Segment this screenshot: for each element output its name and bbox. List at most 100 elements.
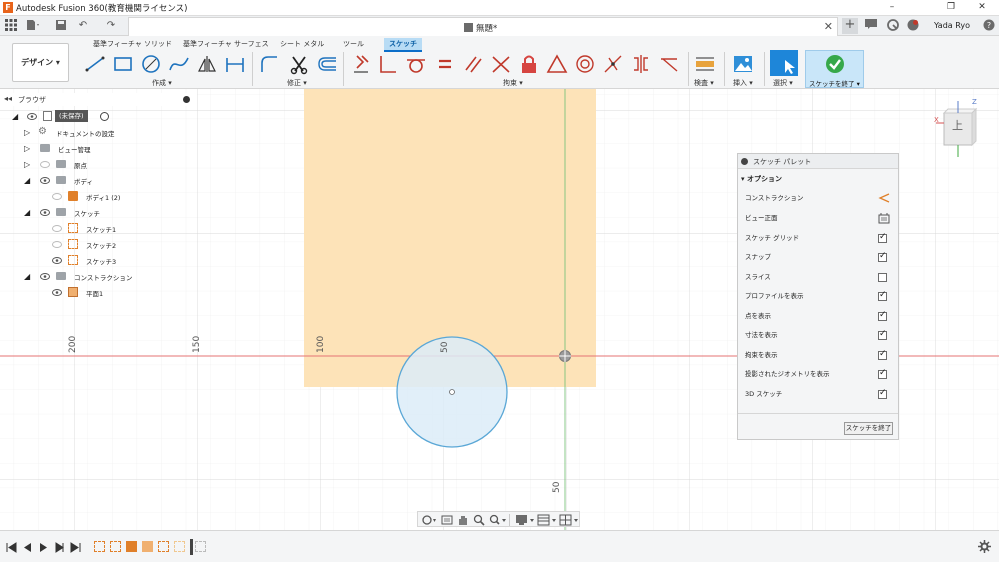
grid-settings-icon[interactable] <box>537 514 557 526</box>
palette-row-slice[interactable]: スライス <box>745 271 895 285</box>
offset-tool-icon[interactable] <box>316 53 338 75</box>
app-grid-icon[interactable] <box>4 19 18 33</box>
step-back-icon[interactable] <box>22 542 33 553</box>
timeline-settings-gear-icon[interactable] <box>978 540 991 553</box>
viewports-icon[interactable] <box>559 514 579 526</box>
rectangle-tool-icon[interactable] <box>112 53 134 75</box>
restore-button[interactable]: ❐ <box>944 1 958 14</box>
help-icon[interactable]: ? <box>982 19 996 33</box>
save-icon[interactable] <box>54 19 68 33</box>
visibility-eye-icon[interactable] <box>27 113 37 120</box>
hidden-eye-icon[interactable] <box>52 225 62 232</box>
visibility-eye-icon[interactable] <box>52 257 62 264</box>
timeline-sketch-icon[interactable] <box>195 541 206 552</box>
pan-hand-icon[interactable] <box>457 514 469 526</box>
expand-arrow-icon[interactable]: ▷ <box>24 160 30 169</box>
play-icon[interactable] <box>38 542 49 553</box>
look-at-icon[interactable] <box>878 213 890 224</box>
mirror-tool-icon[interactable] <box>196 53 218 75</box>
step-forward-icon[interactable] <box>54 542 65 553</box>
parallel-constraint-icon[interactable] <box>462 53 484 75</box>
undo-icon[interactable]: ↶ <box>76 19 90 33</box>
close-tab-icon[interactable]: ✕ <box>824 20 833 33</box>
job-status-icon[interactable] <box>864 19 878 33</box>
file-menu-icon[interactable] <box>26 19 40 33</box>
palette-row-projected-geometry[interactable]: 投影されたジオメトリを表示 <box>745 368 895 382</box>
activate-radio-icon[interactable] <box>100 112 109 121</box>
close-window-button[interactable]: ✕ <box>975 1 989 14</box>
timeline-extrude-icon[interactable] <box>126 541 137 552</box>
minimize-button[interactable]: – <box>885 1 899 14</box>
constraints-group-label[interactable]: 拘束 ▾ <box>503 78 523 88</box>
palette-row-snap[interactable]: スナップ <box>745 251 895 265</box>
user-name[interactable]: Yada Ryo <box>934 21 970 30</box>
show-dimensions-checkbox[interactable] <box>878 329 887 340</box>
timeline-marker[interactable] <box>190 539 193 555</box>
workspace-switcher[interactable]: デザイン ▾ <box>12 43 69 82</box>
palette-row-show-profile[interactable]: プロファイルを表示 <box>745 290 895 304</box>
palette-row-look-at[interactable]: ビュー正面 <box>745 212 895 226</box>
redo-icon[interactable]: ↷ <box>104 19 118 33</box>
sketch-grid-checkbox[interactable] <box>878 232 887 243</box>
circle-center-point[interactable] <box>449 389 455 395</box>
tab-sheet-metal[interactable]: シート メタル <box>275 38 329 50</box>
palette-header[interactable]: スケッチ パレット <box>738 154 898 169</box>
curvature-constraint-icon[interactable] <box>658 53 680 75</box>
tab-solid[interactable]: 基準フィーチャ ソリッド <box>88 38 177 50</box>
root-component-label[interactable]: (未保存) <box>55 110 88 122</box>
finish-sketch-button[interactable]: スケッチを終了 ▾ <box>805 50 864 88</box>
palette-row-3d-sketch[interactable]: 3D スケッチ <box>745 388 895 402</box>
concentric-constraint-icon[interactable] <box>574 53 596 75</box>
document-tab[interactable]: 無題* ✕ <box>128 17 838 36</box>
circle-tool-icon[interactable] <box>140 53 162 75</box>
collapse-arrow-icon[interactable]: ◢ <box>24 208 30 217</box>
select-tool-icon[interactable] <box>770 50 798 76</box>
fillet-tool-icon[interactable] <box>258 53 280 75</box>
inspect-group-label[interactable]: 検査 ▾ <box>694 78 714 88</box>
look-at-icon[interactable] <box>441 514 453 526</box>
insert-group-label[interactable]: 挿入 ▾ <box>733 78 753 88</box>
palette-finish-sketch-button[interactable]: スケッチを終了 <box>844 422 893 435</box>
tab-sketch[interactable]: スケッチ <box>384 38 422 52</box>
online-status-icon[interactable] <box>886 19 900 33</box>
palette-collapse-icon[interactable] <box>741 158 748 165</box>
notifications-icon[interactable] <box>906 19 920 33</box>
hidden-eye-icon[interactable] <box>40 161 50 168</box>
fix-constraint-icon[interactable] <box>349 53 371 75</box>
slice-checkbox[interactable] <box>878 273 887 282</box>
timeline-plane-icon[interactable] <box>142 541 153 552</box>
show-profile-checkbox[interactable] <box>878 290 887 301</box>
triangle-constraint-icon[interactable] <box>546 53 568 75</box>
construction-icon[interactable] <box>878 193 890 203</box>
create-group-label[interactable]: 作成 ▾ <box>152 78 172 88</box>
show-points-checkbox[interactable] <box>878 310 887 321</box>
hidden-eye-icon[interactable] <box>52 193 62 200</box>
palette-row-show-dimensions[interactable]: 寸法を表示 <box>745 329 895 343</box>
viewcube-face-label[interactable]: 上 <box>952 117 963 133</box>
equal-constraint-icon[interactable] <box>434 53 456 75</box>
go-to-start-icon[interactable] <box>6 542 17 553</box>
3d-sketch-checkbox[interactable] <box>878 388 887 399</box>
tab-tools[interactable]: ツール <box>338 38 369 50</box>
fit-zoom-icon[interactable] <box>489 514 507 526</box>
midpoint-constraint-icon[interactable] <box>602 53 624 75</box>
expand-arrow-icon[interactable]: ▷ <box>24 144 30 153</box>
tab-surface[interactable]: 基準フィーチャ サーフェス <box>178 38 274 50</box>
display-settings-icon[interactable] <box>515 514 535 526</box>
symmetry-constraint-icon[interactable] <box>630 53 652 75</box>
zoom-icon[interactable] <box>473 514 485 526</box>
new-tab-icon[interactable]: + <box>842 18 858 34</box>
modify-group-label[interactable]: 修正 ▾ <box>287 78 307 88</box>
snap-checkbox[interactable] <box>878 251 887 262</box>
select-group-label[interactable]: 選択 ▾ <box>773 78 793 88</box>
origin-point[interactable] <box>559 350 571 362</box>
show-constraints-checkbox[interactable] <box>878 349 887 360</box>
browser-header[interactable]: ◂◂ ブラウザ <box>0 93 197 106</box>
options-section-header[interactable]: ▾ オプション <box>741 174 782 184</box>
palette-row-show-constraints[interactable]: 拘束を表示 <box>745 349 895 363</box>
spline-tool-icon[interactable] <box>168 53 190 75</box>
collapse-arrow-icon[interactable]: ◢ <box>12 112 18 121</box>
timeline-sketch-icon[interactable] <box>94 541 105 552</box>
timeline-sketch-icon[interactable] <box>158 541 169 552</box>
perpendicular-constraint-icon[interactable] <box>490 53 512 75</box>
